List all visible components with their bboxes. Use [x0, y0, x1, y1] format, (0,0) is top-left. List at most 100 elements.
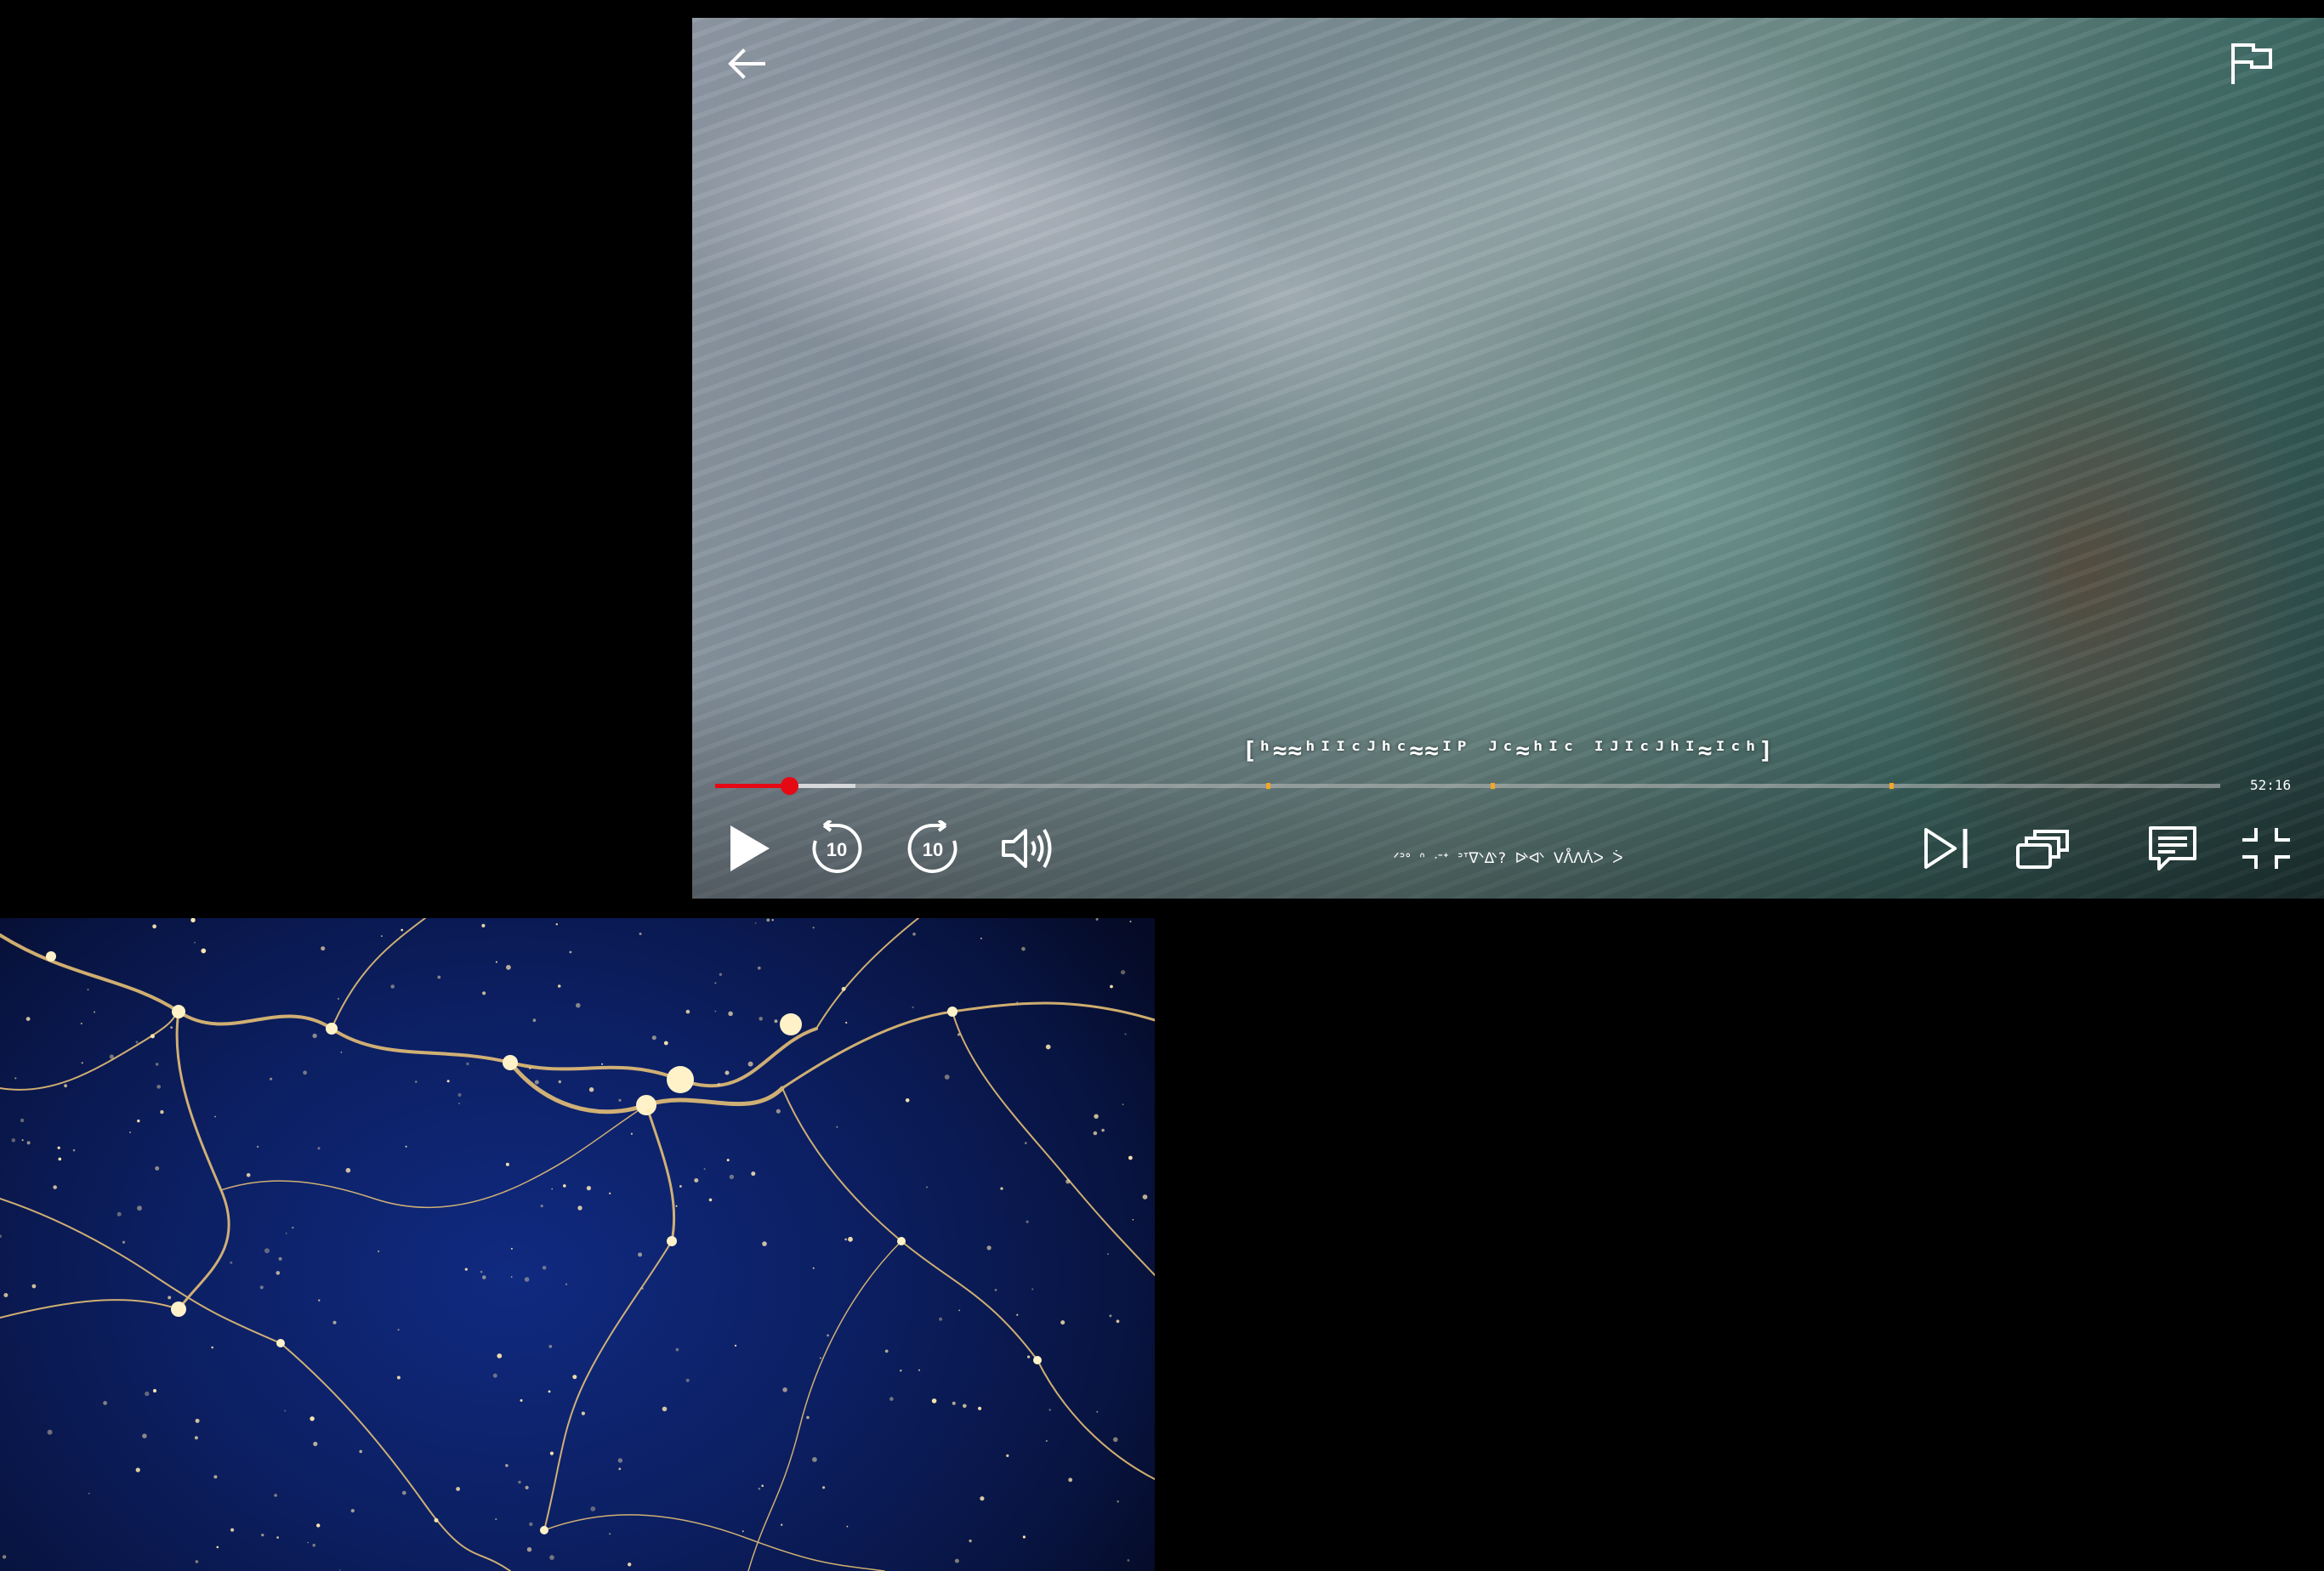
star-point [846, 1525, 849, 1528]
report-problem-button[interactable] [2223, 37, 2277, 91]
star-point [524, 1277, 530, 1282]
star-point [1031, 1288, 1034, 1290]
star-point [638, 1252, 643, 1257]
star-point [1093, 1131, 1098, 1136]
star-point [663, 1041, 668, 1046]
star-point [820, 1357, 821, 1359]
star-point [481, 923, 486, 927]
star-point [848, 1236, 853, 1242]
exit-fullscreen-icon [2242, 828, 2290, 869]
star-point [339, 1569, 341, 1571]
star-point [211, 1346, 213, 1349]
star-point [529, 1522, 533, 1527]
star-point [397, 1329, 400, 1331]
star-point [675, 1205, 678, 1207]
star-point [986, 1245, 992, 1251]
star-point [337, 997, 339, 1000]
exit-fullscreen-button[interactable] [2236, 819, 2296, 878]
star-point [532, 1018, 537, 1023]
back-button[interactable] [724, 42, 769, 86]
star-point [905, 1098, 910, 1103]
star-point [900, 1370, 902, 1372]
star-point [201, 948, 207, 954]
star-point [150, 1034, 155, 1039]
star-point [1113, 1437, 1118, 1443]
star-point [155, 1063, 159, 1066]
star-point [572, 1375, 577, 1380]
chapter-marker [1265, 783, 1270, 789]
star-point [529, 1067, 531, 1069]
video-player[interactable]: [ʰ≈≈ʰᴵᴵᶜᴶʰᶜ≈≈ᴵᴾ ᴶᶜ≈ʰᴵᶜ ᴵᴶᴵᶜᴶʰᴵ≈ᴵᶜʰ] 52:1… [692, 18, 2324, 899]
star-point [1022, 1535, 1026, 1539]
star-point [618, 1467, 622, 1471]
progress-bar[interactable] [715, 770, 2220, 801]
star-point [284, 1409, 287, 1412]
star-point [714, 1010, 717, 1012]
star-point [405, 1145, 407, 1148]
subtitles-button[interactable] [2143, 819, 2202, 878]
star-point [1142, 1194, 1148, 1200]
star-point [312, 1033, 317, 1039]
star-point [734, 1344, 737, 1347]
star-point [844, 1238, 847, 1241]
progress-track [715, 784, 2220, 788]
star-point [495, 1517, 497, 1521]
star-point [213, 1475, 218, 1479]
rewind-10-icon: 10 [812, 820, 862, 873]
star-point [728, 1011, 733, 1017]
star-point [216, 1545, 219, 1549]
star-point [576, 1002, 581, 1008]
star-point [437, 975, 441, 979]
star-point [160, 1109, 164, 1114]
progress-scrubber[interactable] [780, 777, 798, 795]
star-point [806, 1415, 810, 1420]
star-point [812, 1457, 817, 1462]
star-point [3, 1293, 9, 1297]
forward-10-button[interactable]: 10 [903, 819, 963, 878]
star-point [259, 1285, 264, 1290]
star-point [565, 1283, 568, 1285]
star-point [116, 1211, 122, 1217]
star-point [506, 965, 511, 970]
cosmic-web-image [0, 918, 1155, 1571]
star-point [845, 1021, 848, 1024]
star-point [14, 1077, 17, 1080]
star-point [318, 1299, 321, 1302]
star-point [1096, 1410, 1099, 1413]
episodes-button[interactable] [2010, 819, 2075, 878]
star-point [958, 1309, 961, 1312]
star-point [577, 1205, 582, 1211]
star-point [742, 1530, 744, 1533]
star-point [724, 1070, 730, 1075]
star-point [542, 1266, 547, 1270]
star-point [518, 1480, 521, 1484]
star-point [1116, 1319, 1120, 1324]
star-point [781, 1523, 783, 1526]
star-point [1006, 1454, 1009, 1457]
episode-title: ᐟᐣᐤ ᐢ ᐧᐨᐩ ᐣᐪᐫᐬ? ᐭᐮ ᐯᐰᐱᐲᐳ ᐴ [1393, 850, 1623, 867]
star-point [214, 1115, 216, 1118]
star-point [155, 1165, 160, 1171]
volume-button[interactable] [998, 819, 1058, 878]
star-point [534, 1080, 539, 1085]
star-point [270, 1077, 273, 1080]
star-point [1048, 1409, 1051, 1411]
star-point [557, 984, 561, 988]
star-point [685, 1378, 690, 1382]
star-point [757, 966, 761, 970]
star-point [321, 946, 326, 951]
star-point [20, 1118, 25, 1123]
star-point [350, 1509, 355, 1513]
star-point [345, 1167, 351, 1173]
star-point [549, 1555, 554, 1560]
star-point [1101, 1128, 1105, 1132]
rewind-10-button[interactable]: 10 [807, 819, 867, 878]
star-point [1016, 1313, 1019, 1316]
star-point [526, 1547, 532, 1552]
star-point [47, 1429, 53, 1435]
star-point [525, 1485, 529, 1489]
star-point [1027, 1355, 1031, 1358]
play-button[interactable] [719, 819, 779, 878]
star-point [53, 1185, 57, 1189]
next-episode-button[interactable] [1917, 819, 1976, 878]
